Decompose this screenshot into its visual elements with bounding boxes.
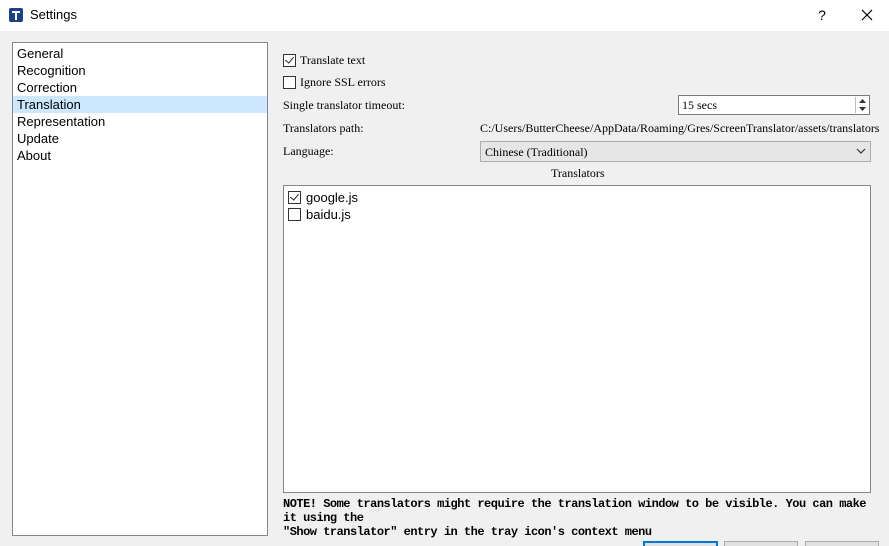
- ignore-ssl-label: Ignore SSL errors: [300, 74, 386, 89]
- translator-checkbox-google[interactable]: [288, 191, 301, 205]
- note-line-1: NOTE! Some translators might require the…: [283, 497, 867, 525]
- sidebar-item-update[interactable]: Update: [13, 130, 267, 147]
- translator-checkbox-baidu[interactable]: [288, 208, 301, 222]
- translator-item-google[interactable]: google.js: [284, 188, 870, 205]
- sidebar-item-recognition[interactable]: Recognition: [13, 62, 267, 79]
- help-button[interactable]: ?: [806, 2, 838, 28]
- language-select[interactable]: Chinese (Traditional): [480, 141, 871, 162]
- translators-path-value: C:/Users/ButterCheese/AppData/Roaming/Gr…: [480, 121, 880, 135]
- timeout-value: 15 secs: [682, 98, 717, 112]
- translator-name: baidu.js: [306, 207, 351, 223]
- arrow-down-icon: [858, 107, 866, 111]
- language-label: Language:: [283, 144, 334, 158]
- settings-sidebar: General Recognition Correction Translati…: [12, 42, 268, 536]
- translator-item-baidu[interactable]: baidu.js: [284, 205, 870, 222]
- arrow-up-icon: [858, 99, 866, 103]
- spin-up-button[interactable]: [856, 97, 868, 105]
- timeout-spinbox[interactable]: 15 secs: [678, 95, 870, 115]
- ignore-ssl-checkbox[interactable]: [283, 75, 296, 89]
- timeout-label: Single translator timeout:: [283, 98, 405, 112]
- translator-name: google.js: [306, 190, 359, 206]
- ignore-ssl-option[interactable]: Ignore SSL errors: [283, 74, 386, 90]
- translators-path-label: Translators path:: [283, 121, 364, 135]
- chevron-down-icon: [856, 145, 866, 160]
- translators-list: google.js baidu.js: [283, 185, 871, 493]
- close-button[interactable]: [850, 2, 884, 28]
- note-line-2: "Show translator" entry in the tray icon…: [283, 525, 652, 539]
- translate-text-label: Translate text: [300, 52, 366, 67]
- translate-text-checkbox[interactable]: [283, 53, 296, 67]
- sidebar-item-general[interactable]: General: [13, 45, 267, 62]
- close-icon: [861, 9, 873, 21]
- translators-note: NOTE! Some translators might require the…: [283, 497, 873, 539]
- spin-down-button[interactable]: [856, 105, 868, 113]
- title-bar: Settings ?: [0, 0, 889, 31]
- translate-text-option[interactable]: Translate text: [283, 52, 365, 68]
- sidebar-item-about[interactable]: About: [13, 147, 267, 164]
- language-value: Chinese (Traditional): [485, 145, 588, 159]
- cancel-button[interactable]: [724, 541, 798, 546]
- sidebar-item-correction[interactable]: Correction: [13, 79, 267, 96]
- sidebar-item-representation[interactable]: Representation: [13, 113, 267, 130]
- window-title: Settings: [30, 7, 77, 22]
- app-t-icon: [9, 8, 23, 22]
- apply-button[interactable]: [805, 541, 879, 546]
- sidebar-item-translation[interactable]: Translation: [13, 96, 267, 113]
- ok-button[interactable]: [643, 541, 718, 546]
- translators-header: Translators: [551, 166, 605, 180]
